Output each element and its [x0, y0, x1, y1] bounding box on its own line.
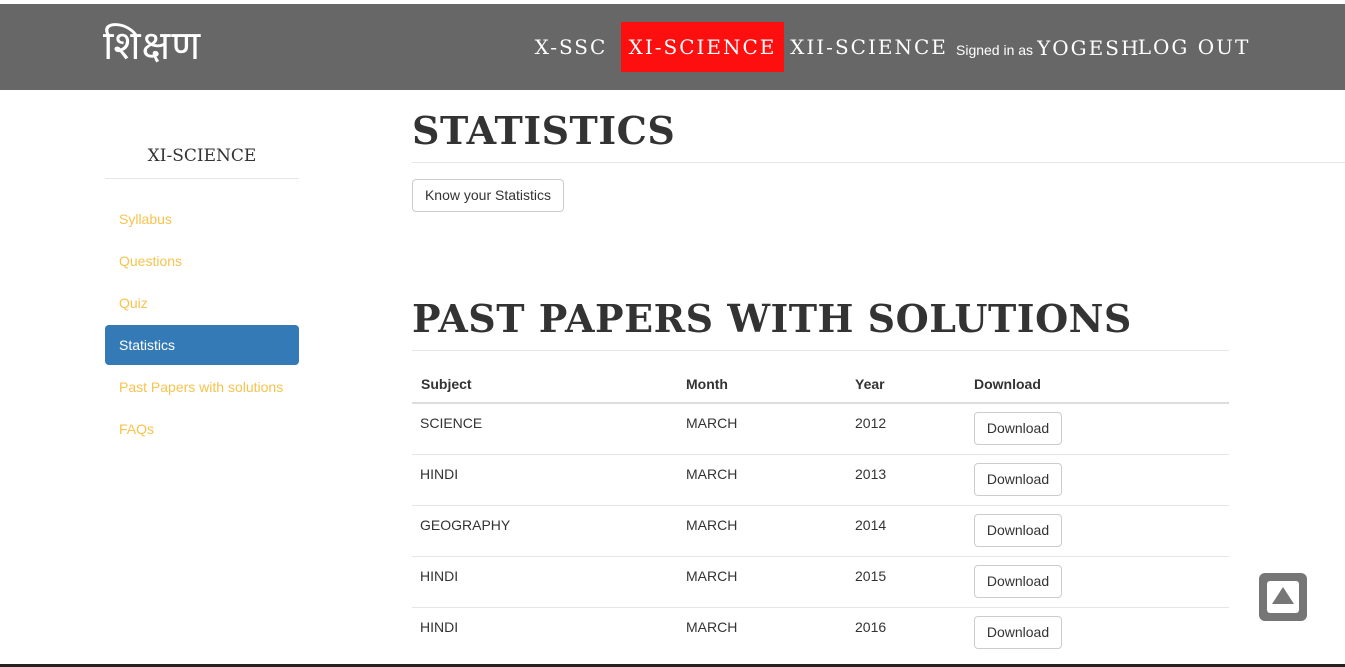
cell-year: 2015 [855, 568, 887, 584]
cell-month: MARCH [686, 517, 738, 533]
scroll-to-top-button[interactable] [1259, 573, 1307, 621]
sidebar-item-syllabus[interactable]: Syllabus [105, 199, 299, 239]
navbar: शिक्षण X-SSC XI-SCIENCE XII-SCIENCE Sign… [0, 4, 1345, 90]
cell-year: 2016 [855, 619, 887, 635]
table-row: SCIENCE MARCH 2012 Download [412, 404, 1229, 455]
signed-in-info: Signed in as YOGESH [956, 22, 1140, 72]
arrow-up-icon [1267, 581, 1299, 613]
cell-subject: HINDI [420, 466, 459, 482]
column-header-download: Download [974, 376, 1041, 392]
sidebar-item-faqs[interactable]: FAQs [105, 409, 299, 449]
column-header-year: Year [855, 376, 885, 392]
cell-year: 2012 [855, 415, 887, 431]
sidebar-item-statistics[interactable]: Statistics [105, 325, 299, 365]
table-row: HINDI MARCH 2013 Download [412, 455, 1229, 506]
column-header-month: Month [686, 376, 728, 392]
cell-month: MARCH [686, 466, 738, 482]
sidebar-divider [105, 178, 299, 179]
brand-logo[interactable]: शिक्षण [103, 16, 201, 76]
past-papers-divider [412, 350, 1229, 351]
username: YOGESH [1037, 36, 1141, 60]
download-button[interactable]: Download [974, 514, 1062, 547]
sidebar-item-quiz[interactable]: Quiz [105, 283, 299, 323]
past-papers-heading: PAST PAPERS WITH SOLUTIONS [412, 296, 1132, 341]
logout-link[interactable]: LOG OUT [1136, 22, 1252, 72]
cell-year: 2013 [855, 466, 887, 482]
table-row: GEOGRAPHY MARCH 2014 Download [412, 506, 1229, 557]
statistics-heading: STATISTICS [412, 108, 676, 153]
cell-month: MARCH [686, 415, 738, 431]
download-button[interactable]: Download [974, 565, 1062, 598]
cell-year: 2014 [855, 517, 887, 533]
cell-subject: GEOGRAPHY [420, 517, 511, 533]
cell-subject: SCIENCE [420, 415, 483, 431]
cell-subject: HINDI [420, 568, 459, 584]
sidebar-title: XI-SCIENCE [147, 146, 257, 166]
download-button[interactable]: Download [974, 463, 1062, 496]
nav-x-ssc[interactable]: X-SSC [524, 22, 618, 72]
signed-in-label: Signed in as [956, 42, 1034, 58]
nav-xii-science[interactable]: XII-SCIENCE [788, 22, 950, 72]
sidebar-item-questions[interactable]: Questions [105, 241, 299, 281]
triangle-glyph [1272, 587, 1294, 604]
know-statistics-button[interactable]: Know your Statistics [412, 179, 564, 212]
cell-month: MARCH [686, 568, 738, 584]
download-button[interactable]: Download [974, 616, 1062, 649]
statistics-divider [412, 162, 1345, 163]
table-row: HINDI MARCH 2016 Download [412, 608, 1229, 659]
cell-month: MARCH [686, 619, 738, 635]
download-button[interactable]: Download [974, 412, 1062, 445]
column-header-subject: Subject [421, 376, 472, 392]
nav-xi-science[interactable]: XI-SCIENCE [621, 22, 784, 72]
table-row: HINDI MARCH 2015 Download [412, 557, 1229, 608]
sidebar-item-past-papers[interactable]: Past Papers with solutions [105, 367, 299, 407]
cell-subject: HINDI [420, 619, 459, 635]
